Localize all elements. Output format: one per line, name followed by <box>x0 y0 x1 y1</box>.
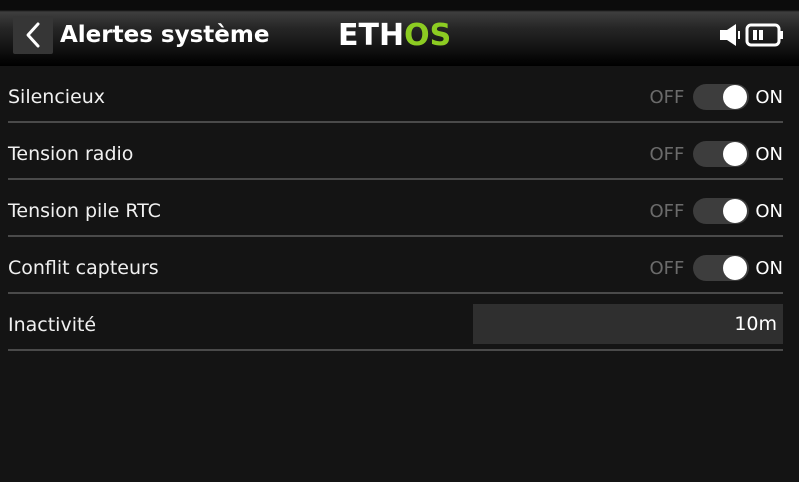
silencieux-toggle[interactable]: OFF ON <box>649 83 783 111</box>
toggle-track[interactable] <box>693 84 750 110</box>
tension-pile-rtc-toggle[interactable]: OFF ON <box>649 197 783 225</box>
status-icons <box>719 22 785 48</box>
toggle-on-label: ON <box>755 143 783 165</box>
row-label: Inactivité <box>8 314 97 336</box>
row-label: Tension pile RTC <box>8 200 161 222</box>
tension-radio-toggle[interactable]: OFF ON <box>649 140 783 168</box>
toggle-off-label: OFF <box>649 200 685 222</box>
row-label: Conflit capteurs <box>8 257 159 279</box>
screen: Alertes système ETHOS Silencieux OFF ON <box>0 0 799 482</box>
battery-icon[interactable] <box>745 22 785 48</box>
inactivite-value-field[interactable]: 10m <box>473 304 783 344</box>
header-bar: Alertes système ETHOS <box>0 0 799 66</box>
page-title: Alertes système <box>60 22 270 48</box>
row-silencieux: Silencieux OFF ON <box>8 66 783 123</box>
row-tension-pile-rtc: Tension pile RTC OFF ON <box>8 180 783 237</box>
toggle-track[interactable] <box>693 141 750 167</box>
toggle-knob <box>723 256 748 280</box>
toggle-on-label: ON <box>755 86 783 108</box>
chevron-left-icon <box>26 22 40 48</box>
row-label: Silencieux <box>8 86 106 108</box>
toggle-knob <box>723 199 748 223</box>
speaker-icon[interactable] <box>719 22 741 48</box>
toggle-off-label: OFF <box>649 257 685 279</box>
toggle-track[interactable] <box>693 198 750 224</box>
row-conflit-capteurs: Conflit capteurs OFF ON <box>8 237 783 294</box>
toggle-track[interactable] <box>693 255 750 281</box>
row-inactivite: Inactivité 10m <box>8 294 783 351</box>
toggle-on-label: ON <box>755 257 783 279</box>
toggle-on-label: ON <box>755 200 783 222</box>
ethos-logo: ETHOS <box>338 18 452 53</box>
toggle-off-label: OFF <box>649 86 685 108</box>
toggle-knob <box>723 142 748 166</box>
back-button[interactable] <box>13 16 53 54</box>
toggle-off-label: OFF <box>649 143 685 165</box>
conflit-capteurs-toggle[interactable]: OFF ON <box>649 254 783 282</box>
toggle-knob <box>723 85 748 109</box>
row-tension-radio: Tension radio OFF ON <box>8 123 783 180</box>
row-label: Tension radio <box>8 143 134 165</box>
settings-list: Silencieux OFF ON Tension radio OFF ON T… <box>0 66 799 351</box>
